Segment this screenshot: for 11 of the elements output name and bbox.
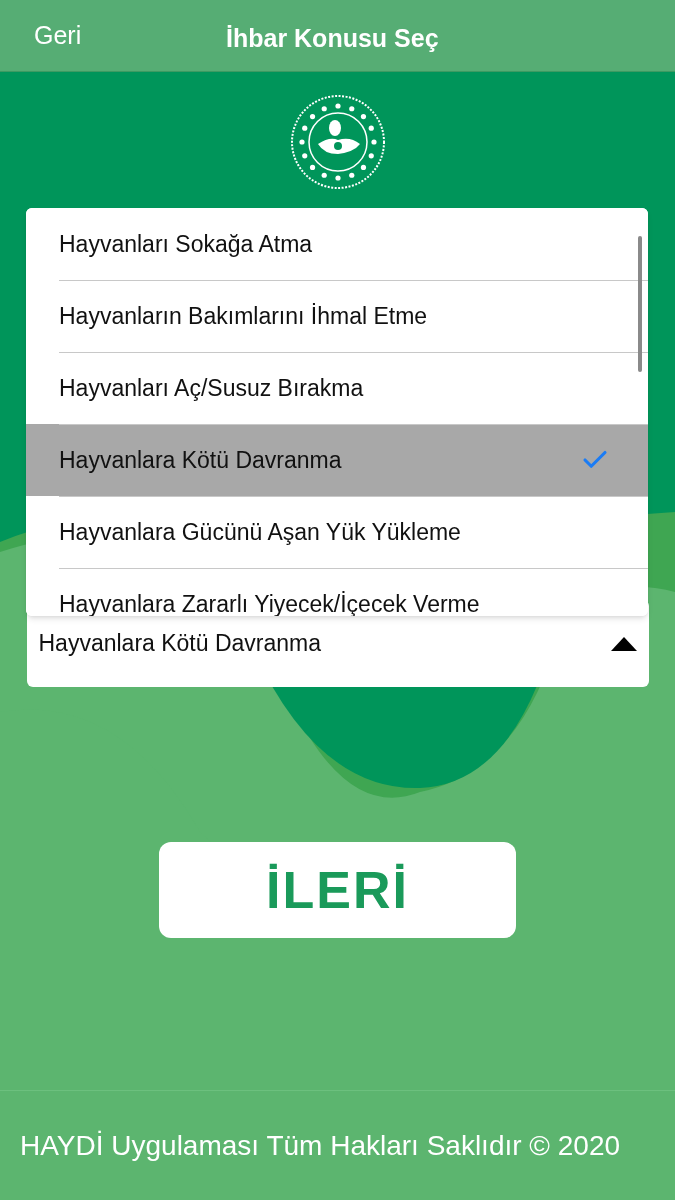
- menu-item[interactable]: Hayvanlara Kötü Davranma: [26, 424, 648, 496]
- copyright-text: HAYDİ Uygulaması Tüm Hakları Saklıdır © 2020: [20, 1128, 621, 1163]
- menu-item[interactable]: Hayvanları Sokağa Atma: [26, 208, 648, 280]
- page-title: İhbar Konusu Seç: [226, 23, 439, 54]
- menu-item[interactable]: Hayvanlara Gücünü Aşan Yük Yükleme: [26, 496, 648, 568]
- select-value: Hayvanlara Kötü Davranma: [38, 629, 322, 659]
- menu-item[interactable]: Hayvanları Aç/Susuz Bırakma: [26, 352, 648, 424]
- menu-item[interactable]: Hayvanlara Zararlı Yiyecek/İçecek Verme: [26, 568, 648, 616]
- next-button[interactable]: İLERİ: [159, 842, 516, 938]
- menu-item[interactable]: Hayvanların Bakımlarını İhmal Etme: [26, 280, 648, 352]
- emblem-icon: [289, 94, 386, 190]
